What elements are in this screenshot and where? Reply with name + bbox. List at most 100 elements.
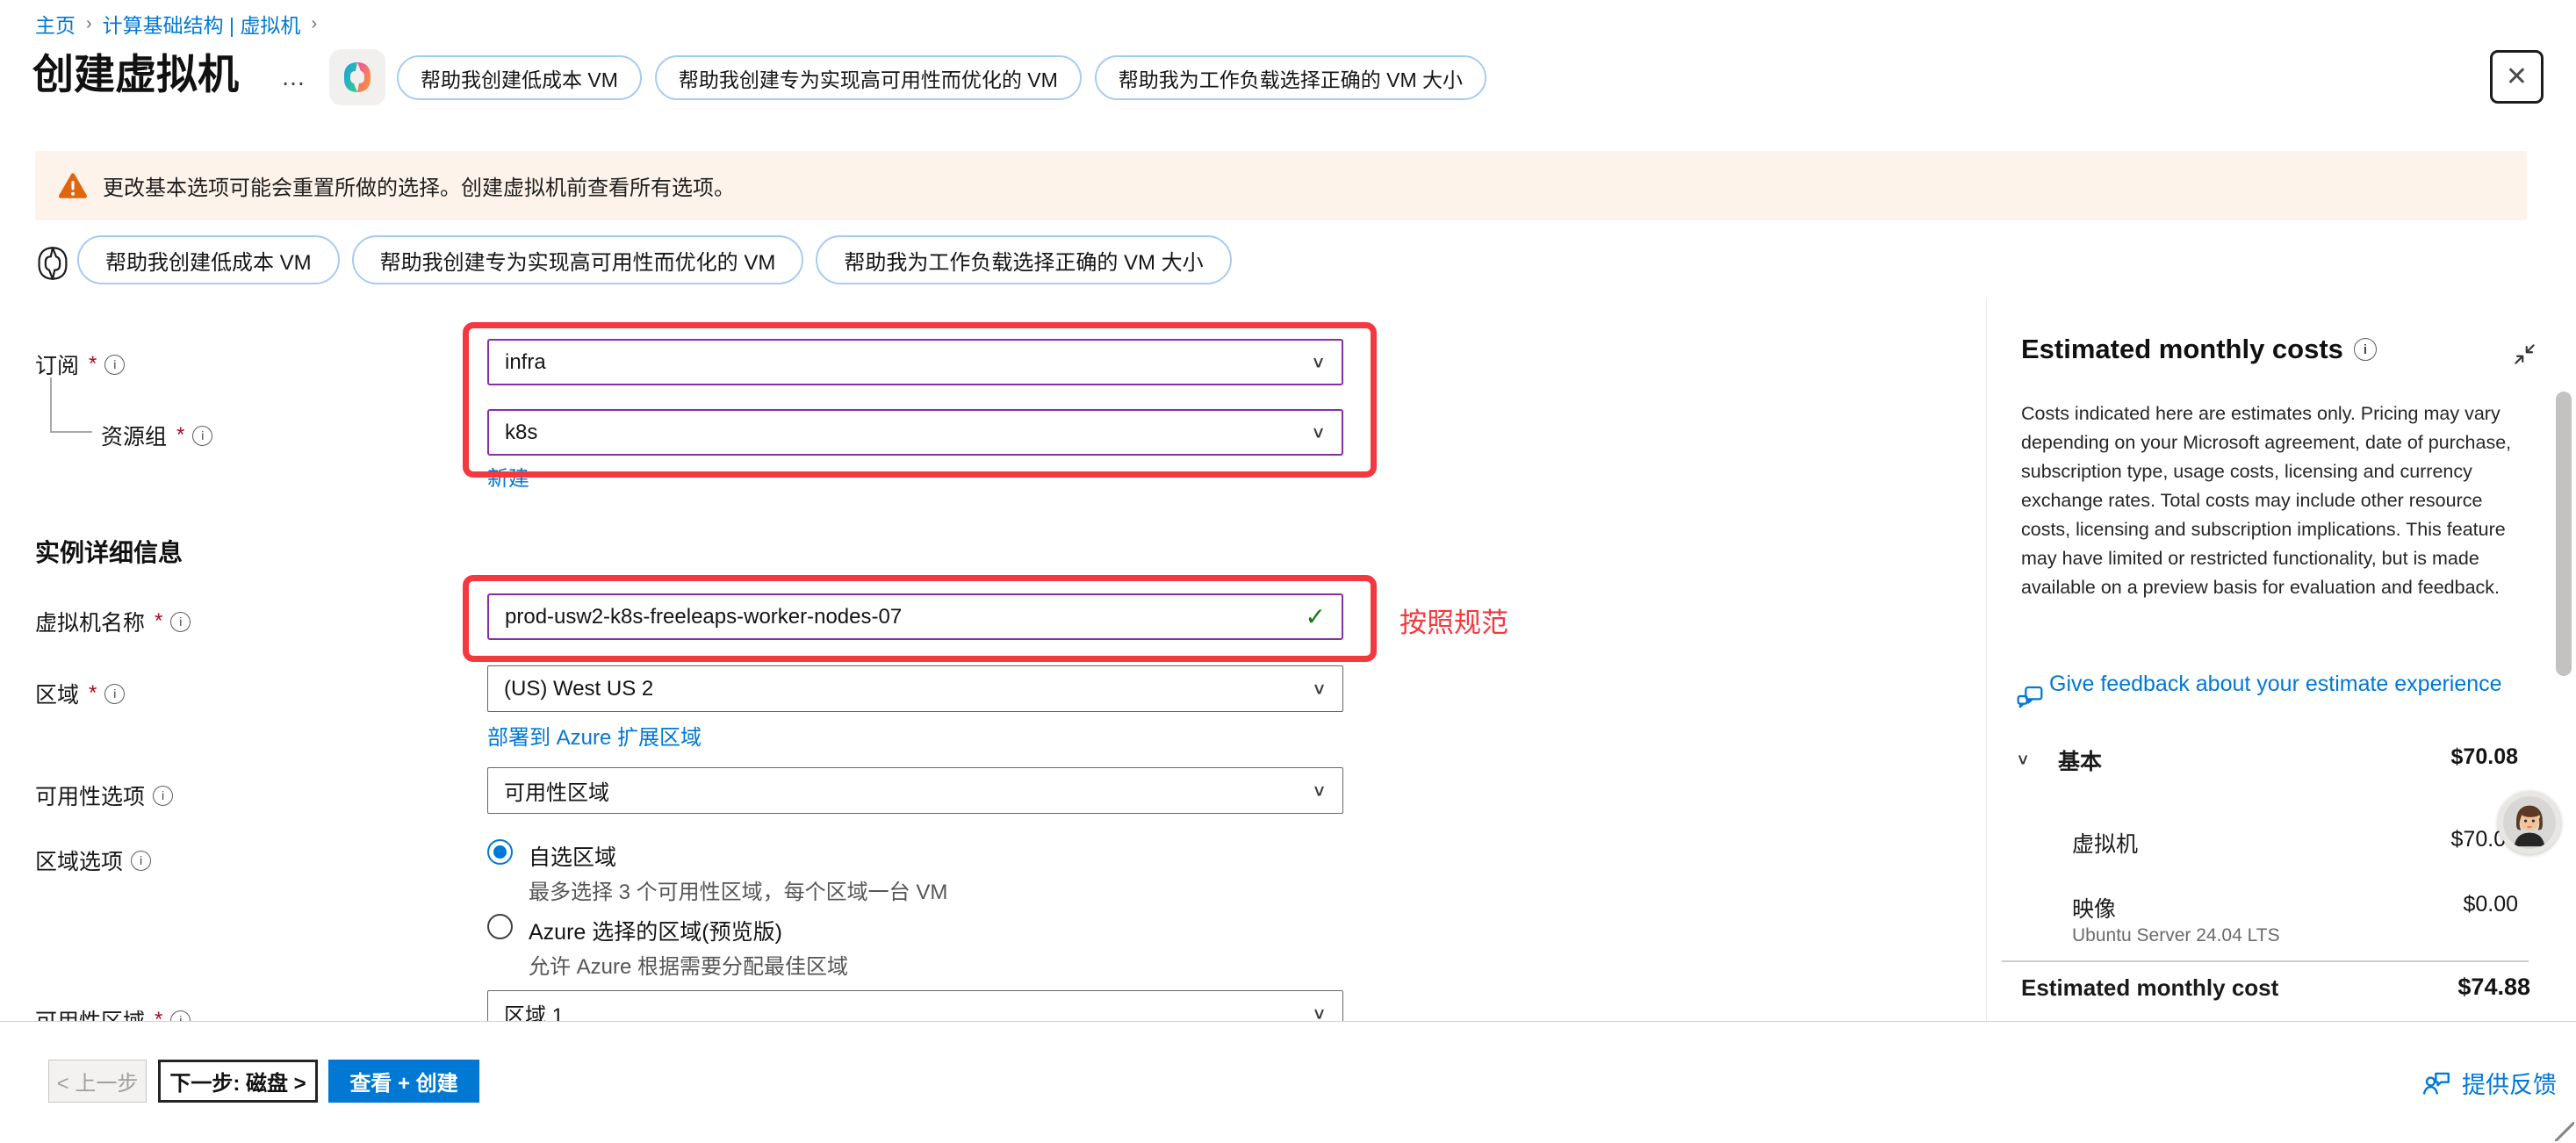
availability-options-value: 可用性区域 bbox=[504, 775, 609, 806]
cost-panel-title: Estimated monthly costs i bbox=[2021, 334, 2377, 365]
availability-zones-label: 可用性区域 * i bbox=[35, 1004, 191, 1021]
breadcrumb-separator-icon: › bbox=[86, 14, 92, 34]
info-icon[interactable]: i bbox=[104, 355, 125, 375]
required-marker: * bbox=[176, 423, 184, 448]
next-step-disks-button[interactable]: 下一步: 磁盘 > bbox=[158, 1060, 318, 1103]
zone-option-self-select-radio[interactable] bbox=[487, 839, 513, 865]
cost-group-price: $70.08 bbox=[2021, 744, 2518, 770]
availability-options-label-text: 可用性选项 bbox=[35, 780, 145, 811]
suggestion-high-availability-button[interactable]: 帮助我创建专为实现高可用性而优化的 VM bbox=[655, 55, 1082, 100]
cost-panel-description: Costs indicated here are estimates only.… bbox=[2021, 399, 2529, 602]
scrollbar-thumb[interactable] bbox=[2556, 392, 2572, 676]
zone-options-label: 区域选项 i bbox=[35, 845, 151, 876]
required-marker: * bbox=[155, 1008, 162, 1021]
warning-banner: 更改基本选项可能会重置所做的选择。创建虚拟机前查看所有选项。 bbox=[35, 151, 2527, 220]
region-label: 区域 * i bbox=[35, 678, 125, 709]
subscription-dropdown[interactable]: infra ∨ bbox=[487, 339, 1343, 385]
blade-content: 主页 › 计算基础结构 | 虚拟机 › 创建虚拟机 … 帮助我创建低成本 VM … bbox=[0, 0, 2551, 1021]
info-icon[interactable]: i bbox=[131, 851, 151, 871]
collapse-panel-icon[interactable] bbox=[2513, 342, 2536, 370]
feedback-person-icon bbox=[2421, 1069, 2451, 1097]
panel-divider bbox=[1986, 298, 1987, 1021]
info-icon[interactable]: i bbox=[153, 786, 173, 806]
availability-zones-label-text: 可用性区域 bbox=[35, 1004, 145, 1021]
cost-panel-divider bbox=[2002, 960, 2529, 962]
resource-group-label: 资源组 * i bbox=[101, 420, 212, 451]
vm-name-input[interactable]: prod-usw2-k8s-freeleaps-worker-nodes-07 … bbox=[487, 593, 1343, 640]
vm-name-label: 虚拟机名称 * i bbox=[35, 606, 191, 637]
info-icon[interactable]: i bbox=[170, 612, 191, 632]
field-tree-connector bbox=[50, 377, 92, 433]
review-create-button[interactable]: 查看 + 创建 bbox=[328, 1060, 479, 1103]
instance-details-section-title: 实例详细信息 bbox=[35, 534, 183, 569]
availability-zones-dropdown[interactable]: 区域 1 ∨ bbox=[487, 990, 1343, 1021]
zone-option-azure-select-description: 允许 Azure 根据需要分配最佳区域 bbox=[529, 949, 848, 980]
availability-options-label: 可用性选项 i bbox=[35, 780, 173, 811]
footer-bar: < 上一步 下一步: 磁盘 > 查看 + 创建 提供反馈 bbox=[0, 1022, 2576, 1143]
resource-group-dropdown[interactable]: k8s ∨ bbox=[487, 409, 1343, 456]
breadcrumb: 主页 › 计算基础结构 | 虚拟机 › bbox=[35, 9, 317, 39]
required-marker: * bbox=[155, 609, 162, 634]
info-icon[interactable]: i bbox=[2354, 338, 2377, 361]
page-title: 创建虚拟机 bbox=[32, 40, 239, 101]
zone-option-self-select-description: 最多选择 3 个可用性区域，每个区域一台 VM bbox=[529, 874, 947, 905]
region-value: (US) West US 2 bbox=[504, 677, 653, 701]
cost-total-price: $74.88 bbox=[2021, 974, 2530, 1001]
resource-group-label-text: 资源组 bbox=[101, 420, 167, 451]
vm-name-annotation: 按照规范 bbox=[1400, 600, 1508, 640]
required-marker: * bbox=[89, 681, 97, 706]
copilot-outline-icon bbox=[33, 244, 72, 287]
give-feedback-button[interactable]: 提供反馈 bbox=[2421, 1066, 2557, 1100]
suggestion-low-cost-button[interactable]: 帮助我创建低成本 VM bbox=[397, 55, 642, 100]
required-marker: * bbox=[89, 352, 97, 377]
resize-grip-icon[interactable] bbox=[2555, 1122, 2574, 1141]
chevron-down-icon: ∨ bbox=[1312, 781, 1327, 801]
breadcrumb-vm-link[interactable]: 计算基础结构 | 虚拟机 bbox=[103, 9, 301, 39]
resource-group-value: k8s bbox=[505, 421, 537, 445]
copilot-suggestions-row: 帮助我创建低成本 VM 帮助我创建专为实现高可用性而优化的 VM 帮助我为工作负… bbox=[77, 235, 1232, 284]
previous-step-button[interactable]: < 上一步 bbox=[48, 1060, 147, 1103]
availability-options-dropdown[interactable]: 可用性区域 ∨ bbox=[487, 767, 1343, 814]
zone-option-azure-select-radio[interactable] bbox=[487, 914, 513, 939]
chevron-down-icon: ∨ bbox=[1311, 423, 1326, 442]
breadcrumb-separator-icon: › bbox=[311, 14, 317, 34]
info-icon[interactable]: i bbox=[192, 426, 212, 446]
zone-option-self-select-label[interactable]: 自选区域 bbox=[529, 840, 616, 872]
cost-item-price: $0.00 bbox=[2021, 892, 2518, 917]
chevron-down-icon: ∨ bbox=[1311, 353, 1326, 372]
suggestion-vm-size-button[interactable]: 帮助我为工作负载选择正确的 VM 大小 bbox=[1095, 55, 1486, 100]
deploy-extended-zone-link[interactable]: 部署到 Azure 扩展区域 bbox=[487, 720, 702, 751]
warning-banner-text: 更改基本选项可能会重置所做的选择。创建虚拟机前查看所有选项。 bbox=[103, 170, 735, 201]
cost-item-price: $70.08 bbox=[2021, 827, 2518, 852]
create-new-resource-group-link[interactable]: 新建 bbox=[487, 461, 529, 492]
copilot-suggestions-top: 帮助我创建低成本 VM 帮助我创建专为实现高可用性而优化的 VM 帮助我为工作负… bbox=[397, 55, 1486, 100]
chevron-down-icon: ∨ bbox=[1312, 679, 1327, 699]
close-button[interactable]: ✕ bbox=[2490, 50, 2544, 104]
info-icon[interactable]: i bbox=[104, 684, 125, 704]
region-label-text: 区域 bbox=[35, 678, 79, 709]
feedback-bubbles-icon bbox=[2016, 685, 2044, 715]
close-icon: ✕ bbox=[2506, 61, 2528, 92]
subscription-label-text: 订阅 bbox=[35, 349, 79, 380]
more-options-button[interactable]: … bbox=[281, 63, 307, 91]
valid-check-icon: ✓ bbox=[1306, 602, 1326, 631]
avatar[interactable] bbox=[2498, 791, 2561, 854]
breadcrumb-home-link[interactable]: 主页 bbox=[35, 9, 76, 39]
suggestion-vm-size-button[interactable]: 帮助我为工作负载选择正确的 VM 大小 bbox=[816, 235, 1231, 284]
cost-panel-title-text: Estimated monthly costs bbox=[2021, 334, 2343, 365]
estimate-feedback-link[interactable]: Give feedback about your estimate experi… bbox=[2049, 669, 2541, 699]
info-icon[interactable]: i bbox=[170, 1010, 191, 1022]
give-feedback-label: 提供反馈 bbox=[2462, 1066, 2557, 1100]
region-dropdown[interactable]: (US) West US 2 ∨ bbox=[487, 665, 1343, 712]
chevron-down-icon: ∨ bbox=[1312, 1004, 1327, 1021]
copilot-button[interactable] bbox=[329, 49, 385, 105]
vm-name-value: prod-usw2-k8s-freeleaps-worker-nodes-07 bbox=[505, 605, 902, 629]
suggestion-low-cost-button[interactable]: 帮助我创建低成本 VM bbox=[77, 235, 340, 284]
zone-options-label-text: 区域选项 bbox=[35, 845, 123, 876]
copilot-icon bbox=[340, 60, 375, 95]
warning-icon bbox=[58, 172, 88, 199]
subscription-value: infra bbox=[505, 350, 546, 375]
availability-zones-value: 区域 1 bbox=[504, 998, 564, 1021]
suggestion-high-availability-button[interactable]: 帮助我创建专为实现高可用性而优化的 VM bbox=[352, 235, 804, 284]
zone-option-azure-select-label[interactable]: Azure 选择的区域(预览版) bbox=[529, 915, 782, 946]
